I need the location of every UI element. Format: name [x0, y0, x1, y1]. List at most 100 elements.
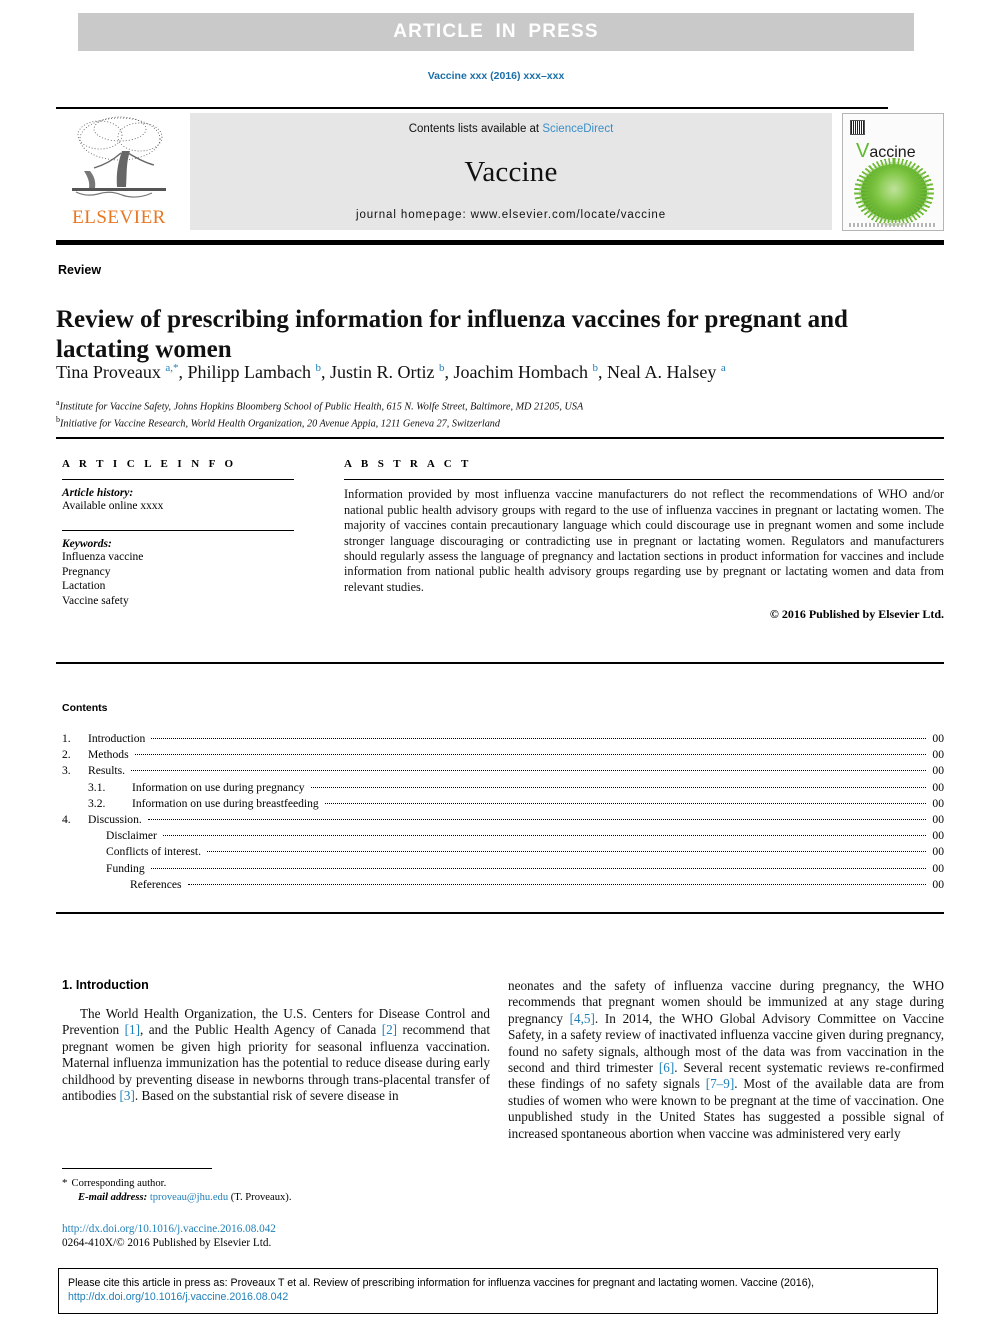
email-label: E-mail address: [78, 1192, 148, 1203]
doi-block: http://dx.doi.org/10.1016/j.vaccine.2016… [62, 1222, 492, 1250]
journal-reference-line: Vaccine xxx (2016) xxx–xxx [427, 70, 565, 82]
issn-copyright-line: 0264-410X/© 2016 Published by Elsevier L… [62, 1237, 272, 1249]
toc-dot-leader [162, 835, 927, 837]
email-link[interactable]: tproveau@jhu.edu [150, 1192, 228, 1203]
toc-entry-label: Information on use during breastfeeding [132, 796, 319, 810]
toc-dot-leader [187, 883, 927, 885]
article-info-column: A R T I C L E I N F O Article history: A… [62, 458, 314, 608]
toc-entry[interactable]: 4. Discussion. 00 [62, 813, 944, 829]
toc-entry[interactable]: Disclaimer 00 [62, 829, 944, 845]
elsevier-wordmark: ELSEVIER [72, 207, 166, 228]
body-column-right: neonates and the safety of influenza vac… [508, 978, 944, 1142]
toc-entry-label: Funding [106, 861, 145, 875]
email-line: E-mail address: tproveau@jhu.edu (T. Pro… [62, 1191, 492, 1205]
abstract-rule [344, 479, 944, 481]
article-in-press-banner: ARTICLE IN PRESS [78, 13, 914, 51]
toc-entry-page: 00 [932, 845, 944, 859]
affiliations: aInstitute for Vaccine Safety, Johns Hop… [56, 396, 936, 431]
toc-entry-label: Conflicts of interest. [106, 845, 201, 859]
contents-heading: Contents [62, 702, 108, 714]
asterisk-icon: * [62, 1177, 68, 1189]
sciencedirect-link[interactable]: ScienceDirect [542, 123, 613, 135]
article-history-value: Available online xxxx [62, 500, 164, 513]
masthead-top-rule [56, 107, 888, 109]
cover-barcode-icon [850, 120, 865, 135]
table-of-contents: 1. Introduction 00 2. Methods 00 3. Results. 00 3… [62, 732, 944, 894]
journal-homepage-line[interactable]: journal homepage: www.elsevier.com/locat… [356, 209, 666, 221]
toc-entry-page: 00 [932, 764, 944, 778]
toc-entry-page: 00 [932, 796, 944, 810]
keywords-label: Keywords: [62, 538, 112, 551]
toc-dot-leader [131, 770, 927, 772]
article-page: ARTICLE IN PRESS Vaccine xxx (2016) xxx–… [0, 0, 992, 1323]
corresponding-author-text: Corresponding author. [71, 1178, 167, 1189]
info-section-top-rule [56, 437, 944, 439]
journal-masthead: ELSEVIER Contents lists available at Sci… [56, 110, 944, 232]
toc-entry[interactable]: References 00 [62, 878, 944, 894]
introduction-paragraph-left: The World Health Organization, the U.S. … [62, 1006, 490, 1104]
toc-entry-page: 00 [932, 732, 944, 745]
corresponding-author-line: * Corresponding author. [62, 1176, 492, 1191]
introduction-paragraph-right: neonates and the safety of influenza vac… [508, 978, 945, 1141]
affiliation-a: aInstitute for Vaccine Safety, Johns Hop… [56, 396, 936, 413]
abstract-copyright: © 2016 Published by Elsevier Ltd. [769, 607, 944, 622]
citation-text: Please cite this article in press as: Pr… [68, 1277, 815, 1289]
abstract-text: Information provided by most influenza v… [344, 487, 944, 594]
page-title: Review of prescribing information for in… [56, 305, 848, 363]
toc-entry-page: 00 [932, 780, 944, 794]
affiliation-b-text: Initiative for Vaccine Research, World H… [60, 418, 500, 430]
keyword-item: Vaccine safety [62, 594, 129, 607]
doi-link[interactable]: http://dx.doi.org/10.1016/j.vaccine.2016… [62, 1222, 492, 1236]
toc-entry[interactable]: 3.1. Information on use during pregnancy 0… [62, 781, 944, 797]
elsevier-logo: ELSEVIER [56, 113, 182, 231]
toc-entry[interactable]: 3.2. Information on use during breastfeed… [62, 797, 944, 813]
toc-dot-leader [147, 818, 927, 820]
toc-entry-label: Introduction [88, 732, 146, 745]
keywords-rule [62, 529, 294, 532]
toc-entry-number: 3. [62, 764, 71, 778]
journal-cover-image: Vaccine [842, 113, 944, 231]
toc-entry[interactable]: 3. Results. 00 [62, 764, 944, 780]
toc-entry-number: 2. [62, 748, 71, 762]
contents-available-prefix: Contents lists available at [408, 123, 543, 135]
affiliation-a-text: Institute for Vaccine Safety, Johns Hopk… [59, 401, 584, 413]
toc-entry[interactable]: Funding 00 [62, 862, 944, 878]
affiliation-b: bInitiative for Vaccine Research, World … [56, 413, 936, 430]
toc-entry-page: 00 [932, 861, 944, 875]
contents-bottom-rule [56, 912, 944, 914]
author-list: Tina Proveaux a,*, Philipp Lambach b, Ju… [56, 362, 726, 382]
toc-entry-page: 00 [932, 748, 944, 762]
toc-entry-label: Results. [88, 764, 126, 778]
masthead-bottom-rule [56, 240, 944, 245]
toc-entry-page: 00 [932, 877, 944, 891]
citation-doi-link[interactable]: http://dx.doi.org/10.1016/j.vaccine.2016… [68, 1291, 288, 1303]
toc-entry-number: 3.1. [88, 780, 106, 794]
article-info-rule [62, 479, 294, 481]
toc-entry-number: 4. [62, 812, 71, 826]
toc-entry[interactable]: 1. Introduction 00 [62, 732, 944, 748]
toc-dot-leader [310, 786, 927, 788]
toc-entry-label: Methods [88, 748, 129, 762]
toc-entry-label: References [130, 877, 182, 891]
cover-footer-text-block [849, 223, 937, 227]
toc-dot-leader [134, 754, 927, 756]
article-history-label: Article history: [62, 487, 134, 500]
toc-entry[interactable]: 2. Methods 00 [62, 748, 944, 764]
journal-title: Vaccine [464, 155, 558, 188]
toc-entry[interactable]: Conflicts of interest. 00 [62, 845, 944, 861]
footnote-rule [62, 1168, 212, 1169]
toc-entry-number: 1. [62, 732, 71, 745]
toc-entry-label: Information on use during pregnancy [132, 780, 305, 794]
toc-entry-label: Disclaimer [106, 829, 157, 843]
corresponding-author-footnote: * Corresponding author. E-mail address: t… [62, 1176, 492, 1205]
abstract-column: A B S T R A C T Information provided by … [344, 458, 944, 622]
elsevier-tree-icon [72, 116, 166, 198]
keyword-item: Influenza vaccine [62, 551, 144, 564]
toc-entry-page: 00 [932, 812, 944, 826]
citation-box: Please cite this article in press as: Pr… [58, 1268, 938, 1314]
article-in-press-label: ARTICLE IN PRESS [393, 21, 599, 42]
keyword-item: Lactation [62, 580, 106, 593]
masthead-center-panel: Contents lists available at ScienceDirec… [190, 113, 832, 230]
toc-entry-label: Discussion. [88, 812, 142, 826]
article-type-label: Review [58, 263, 102, 277]
